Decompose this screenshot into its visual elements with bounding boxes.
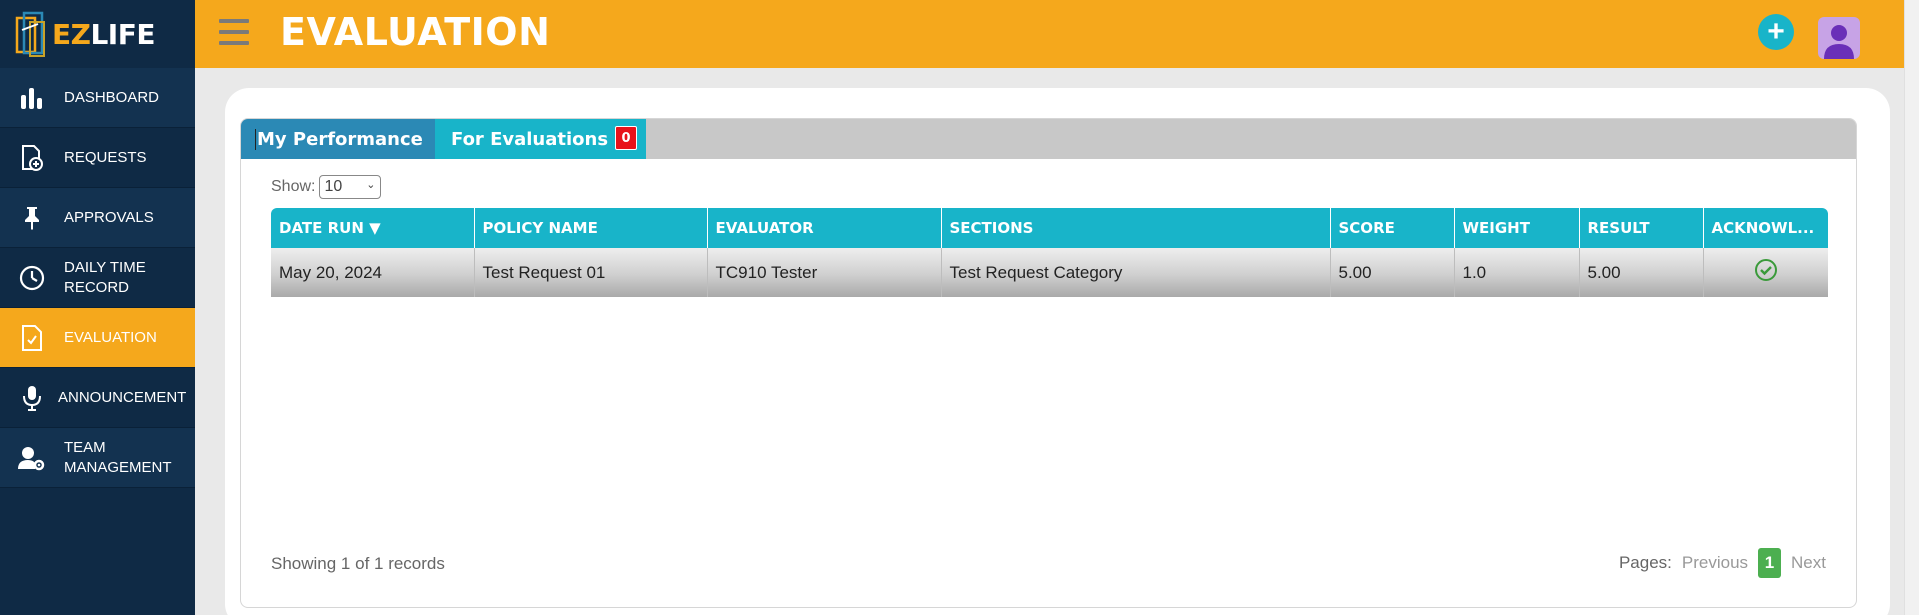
- sidebar-item-team-management[interactable]: TEAM MANAGEMENT: [0, 428, 195, 488]
- top-header: EVALUATION +: [195, 0, 1904, 68]
- content-card: My Performance For Evaluations 0 Show: 1…: [225, 88, 1890, 615]
- cell-sections: Test Request Category: [941, 248, 1331, 297]
- count-badge: 0: [615, 126, 637, 150]
- cell-weight: 1.0: [1454, 248, 1580, 297]
- pagination: Pages: Previous 1 Next: [1619, 548, 1826, 578]
- sidebar-item-label: DASHBOARD: [64, 88, 160, 106]
- bar-chart-icon: [18, 84, 46, 112]
- microphone-icon: [18, 384, 46, 412]
- sidebar-item-label: EVALUATION: [64, 328, 157, 346]
- request-doc-icon: [18, 144, 46, 172]
- cell-acknowledged: [1703, 248, 1828, 297]
- check-circle-icon: [1754, 259, 1777, 281]
- sidebar-item-label: APPROVALS: [64, 208, 154, 226]
- cell-policy-name: Test Request 01: [474, 248, 708, 297]
- avatar[interactable]: [1818, 17, 1860, 59]
- column-header-score[interactable]: SCORE: [1330, 208, 1455, 248]
- sidebar-item-approvals[interactable]: APPROVALS: [0, 188, 195, 248]
- clock-icon: [18, 264, 46, 292]
- previous-page-link[interactable]: Previous: [1682, 553, 1748, 573]
- logo-text: EZLIFE: [52, 17, 155, 51]
- sidebar-item-label: ANNOUNCEMENT: [58, 388, 187, 406]
- column-header-date-run[interactable]: DATE RUN ▼: [271, 208, 475, 248]
- column-header-acknowledged[interactable]: ACKNOWL...: [1703, 208, 1828, 248]
- next-page-link[interactable]: Next: [1791, 553, 1826, 573]
- show-label: Show:: [271, 178, 316, 195]
- tab-label: My Performance: [255, 128, 423, 150]
- cell-date-run: May 20, 2024: [271, 248, 475, 297]
- add-button[interactable]: +: [1758, 14, 1794, 50]
- column-header-weight[interactable]: WEIGHT: [1454, 208, 1580, 248]
- column-header-policy-name[interactable]: POLICY NAME: [474, 208, 708, 248]
- sidebar-item-requests[interactable]: REQUESTS: [0, 128, 195, 188]
- sidebar-item-label: REQUESTS: [64, 148, 147, 166]
- sidebar: EZLIFE DASHBOARD REQUESTS APPROVALS DAIL…: [0, 0, 195, 615]
- column-header-result[interactable]: RESULT: [1579, 208, 1704, 248]
- pages-label: Pages:: [1618, 553, 1672, 572]
- column-header-evaluator[interactable]: EVALUATOR: [707, 208, 942, 248]
- tab-label: For Evaluations: [451, 128, 609, 150]
- evaluation-table: DATE RUN ▼ POLICY NAME EVALUATOR SECTION…: [271, 208, 1828, 297]
- page-size-select[interactable]: 10 ⌄: [319, 175, 382, 199]
- sidebar-item-label: DAILY TIME RECORD: [64, 258, 146, 296]
- tab-my-performance[interactable]: My Performance: [241, 119, 435, 159]
- tab-bar: My Performance For Evaluations 0: [241, 119, 1856, 159]
- cell-evaluator: TC910 Tester: [707, 248, 942, 297]
- tab-for-evaluations[interactable]: For Evaluations 0: [435, 119, 646, 159]
- page-number-button[interactable]: 1: [1758, 548, 1782, 578]
- sidebar-item-label: TEAM MANAGEMENT: [64, 438, 172, 476]
- page-size-control: Show: 10 ⌄: [271, 175, 382, 199]
- page-scrollbar[interactable]: [1904, 0, 1919, 615]
- sidebar-item-dashboard[interactable]: DASHBOARD: [0, 68, 195, 128]
- user-avatar-icon: [1824, 25, 1854, 59]
- sidebar-item-announcement[interactable]: ANNOUNCEMENT: [0, 368, 195, 428]
- page-title: EVALUATION: [280, 10, 551, 54]
- evaluation-panel: My Performance For Evaluations 0 Show: 1…: [240, 118, 1857, 608]
- sidebar-item-daily-time-record[interactable]: DAILY TIME RECORD: [0, 248, 195, 308]
- app-logo[interactable]: EZLIFE: [0, 0, 195, 68]
- pin-icon: [18, 204, 46, 232]
- page-size-value: 10: [324, 178, 343, 195]
- cell-result: 5.00: [1579, 248, 1704, 297]
- chevron-down-icon: ⌄: [366, 179, 376, 191]
- evaluation-doc-icon: [18, 324, 46, 352]
- table-header-row: DATE RUN ▼ POLICY NAME EVALUATOR SECTION…: [271, 208, 1828, 248]
- records-summary: Showing 1 of 1 records: [271, 554, 445, 573]
- user-gear-icon: [18, 444, 46, 472]
- logo-icon: [15, 11, 45, 57]
- sidebar-item-evaluation[interactable]: EVALUATION: [0, 308, 195, 368]
- table-row[interactable]: May 20, 2024 Test Request 01 TC910 Teste…: [271, 248, 1828, 297]
- cell-score: 5.00: [1330, 248, 1455, 297]
- menu-icon[interactable]: [219, 19, 249, 47]
- column-header-sections[interactable]: SECTIONS: [941, 208, 1331, 248]
